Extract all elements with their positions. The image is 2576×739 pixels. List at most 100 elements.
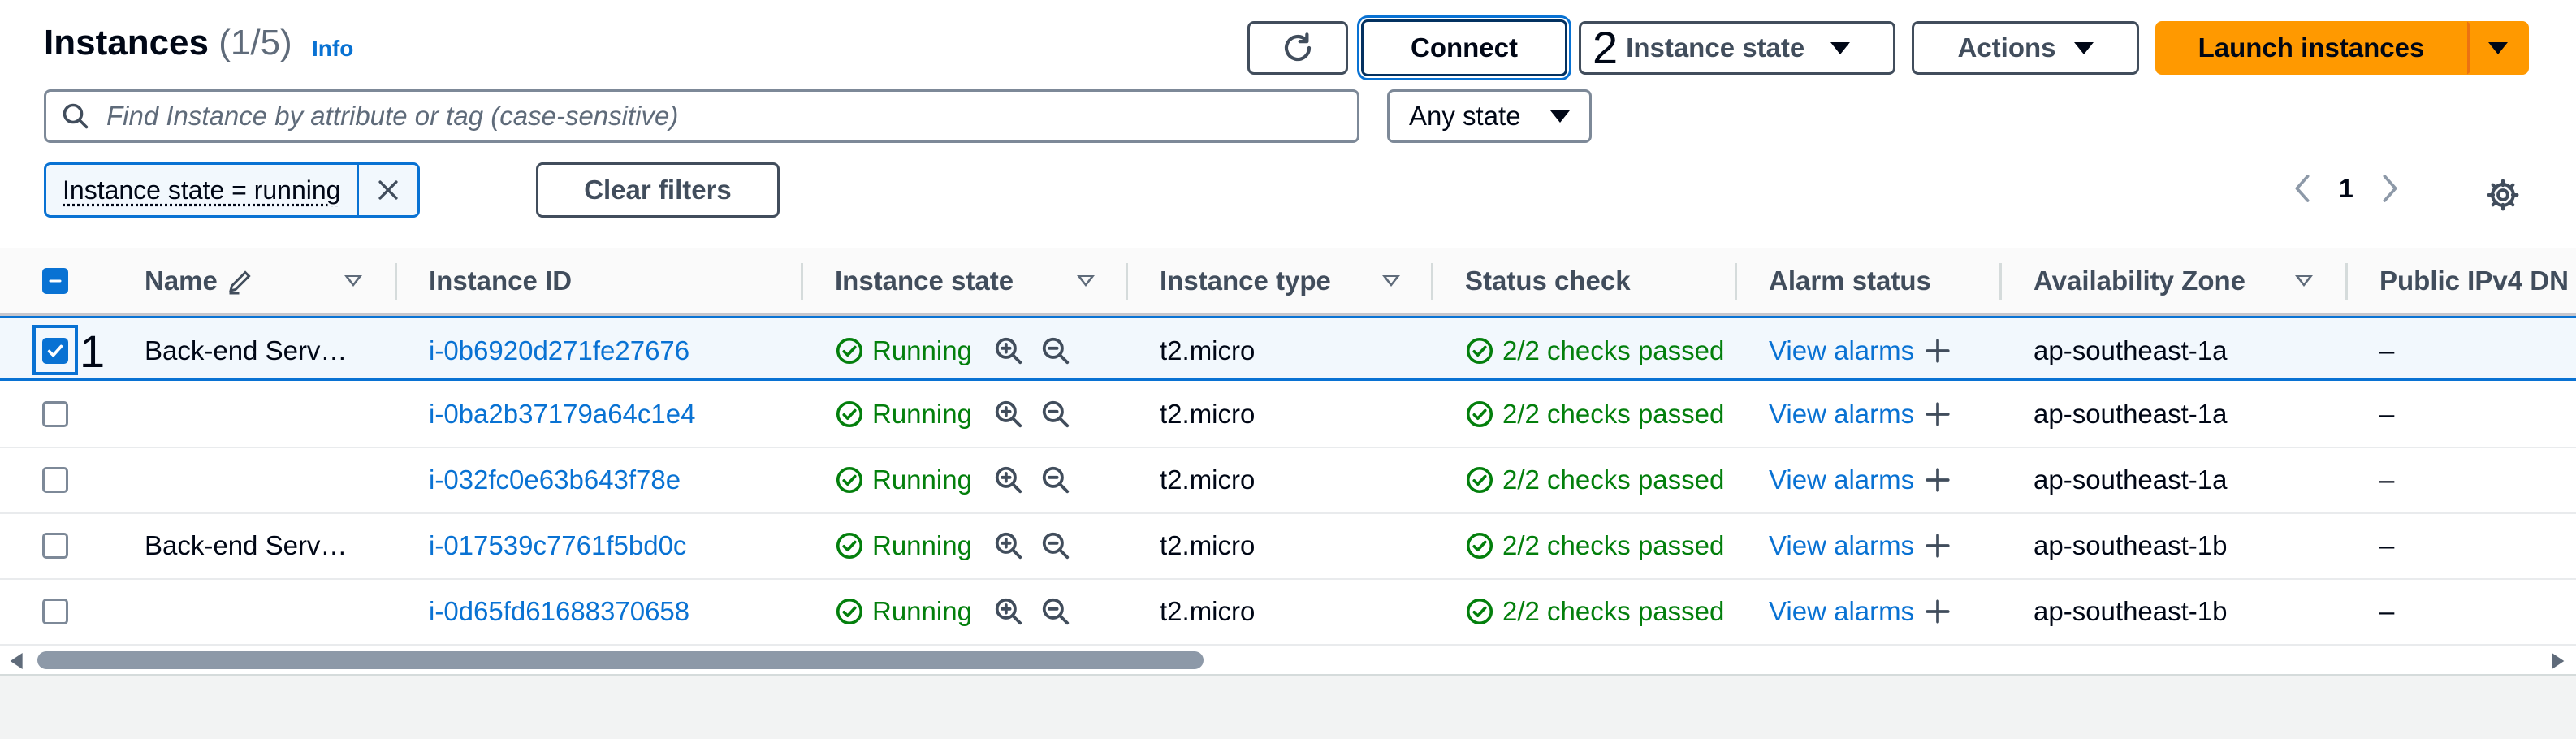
view-alarms-link[interactable]: View alarms (1769, 530, 1914, 561)
instance-state-button[interactable]: 2 Instance state (1579, 21, 1895, 75)
status-check-cell: 2/2 checks passed (1465, 447, 1724, 512)
select-all-checkbox[interactable] (42, 268, 68, 294)
gear-icon (2485, 177, 2521, 213)
instance-state-cell: Running (835, 579, 1071, 644)
row-checkbox[interactable] (42, 599, 68, 624)
check-circle-icon (1465, 597, 1494, 626)
zoom-in-icon[interactable] (993, 530, 1024, 561)
row-select-cell (42, 579, 80, 644)
row-checkbox[interactable] (42, 467, 68, 493)
remove-filter-button[interactable] (359, 165, 417, 215)
instance-id-link[interactable]: i-0b6920d271fe27676 (429, 318, 689, 383)
column-header-instance-type[interactable]: Instance type (1160, 248, 1331, 313)
zoom-in-icon[interactable] (993, 399, 1024, 430)
filter-token[interactable]: Instance state = running (44, 162, 420, 218)
instance-state-cell: Running (835, 447, 1071, 512)
sort-icon[interactable] (2295, 248, 2313, 313)
instance-state-label: Instance state (1626, 32, 1804, 63)
sort-icon[interactable] (1382, 248, 1400, 313)
zoom-out-icon[interactable] (1040, 335, 1071, 366)
filter-token-label[interactable]: Instance state = running (46, 165, 359, 215)
plus-icon[interactable] (1924, 532, 1951, 560)
step-marker-1: 1 (80, 325, 105, 378)
row-select-cell (42, 382, 80, 447)
zoom-out-icon[interactable] (1040, 399, 1071, 430)
column-label: Status check (1465, 266, 1631, 296)
refresh-button[interactable] (1247, 21, 1348, 75)
view-alarms-link[interactable]: View alarms (1769, 399, 1914, 430)
row-checkbox[interactable] (42, 401, 68, 427)
zoom-out-icon[interactable] (1040, 465, 1071, 495)
table-row[interactable]: i-0d65fd61688370658 Running t2.micro 2/2… (0, 579, 2576, 646)
table-row[interactable]: 1 Back-end Serv… i-0b6920d271fe27676 Run… (0, 316, 2576, 381)
step-marker-2: 2 (1593, 25, 1618, 71)
instance-state-text: Running (872, 399, 972, 430)
zoom-in-icon[interactable] (993, 596, 1024, 627)
zoom-in-icon[interactable] (993, 335, 1024, 366)
instance-id-link[interactable]: i-0d65fd61688370658 (429, 579, 689, 644)
zoom-out-icon[interactable] (1040, 596, 1071, 627)
instance-id-link[interactable]: i-032fc0e63b643f78e (429, 447, 681, 512)
column-header-instance-state[interactable]: Instance state (835, 248, 1014, 313)
instance-type: t2.micro (1160, 579, 1255, 644)
column-header-alarm-status[interactable]: Alarm status (1769, 248, 1931, 313)
column-label: Name (145, 266, 218, 296)
instance-type: t2.micro (1160, 382, 1255, 447)
column-header-availability-zone[interactable]: Availability Zone (2034, 248, 2245, 313)
row-checkbox[interactable] (42, 533, 68, 559)
view-alarms-link[interactable]: View alarms (1769, 596, 1914, 627)
table-row[interactable]: i-032fc0e63b643f78e Running t2.micro 2/2… (0, 447, 2576, 514)
plus-icon[interactable] (1924, 400, 1951, 428)
check-circle-icon (1465, 400, 1494, 429)
plus-icon[interactable] (1924, 466, 1951, 494)
view-alarms-link[interactable]: View alarms (1769, 335, 1914, 366)
connect-button[interactable]: Connect (1361, 19, 1567, 76)
instance-state-text: Running (872, 530, 972, 561)
chevron-right-icon[interactable] (2378, 172, 2402, 205)
zoom-in-icon[interactable] (993, 465, 1024, 495)
column-label: Availability Zone (2034, 266, 2245, 296)
state-filter-select[interactable]: Any state (1387, 89, 1592, 143)
plus-icon[interactable] (1924, 337, 1951, 365)
sort-icon[interactable] (344, 248, 362, 313)
scroll-left-icon[interactable] (10, 653, 24, 669)
zoom-out-icon[interactable] (1040, 530, 1071, 561)
check-circle-icon (835, 400, 864, 429)
instance-state-cell: Running (835, 318, 1071, 383)
instance-state-cell: Running (835, 513, 1071, 578)
edit-icon (226, 266, 255, 296)
clear-filters-button[interactable]: Clear filters (536, 162, 780, 218)
scrollbar-thumb[interactable] (37, 651, 1204, 669)
launch-instances-button[interactable]: Launch instances (2155, 21, 2467, 75)
caret-down-icon (2074, 42, 2094, 54)
chevron-left-icon[interactable] (2290, 172, 2315, 205)
actions-button[interactable]: Actions (1912, 21, 2139, 75)
launch-dropdown-button[interactable] (2467, 21, 2529, 75)
instance-state-text: Running (872, 596, 972, 627)
check-circle-icon (1465, 531, 1494, 560)
column-header-public-ipv4[interactable]: Public IPv4 DN (2379, 248, 2569, 313)
column-header-status-check[interactable]: Status check (1465, 248, 1631, 313)
search-input[interactable] (105, 100, 1286, 132)
column-header-name[interactable]: Name (145, 248, 255, 313)
table-row[interactable]: Back-end Serv… i-017539c7761f5bd0c Runni… (0, 513, 2576, 580)
instance-id-link[interactable]: i-0ba2b37179a64c1e4 (429, 382, 695, 447)
plus-icon[interactable] (1924, 598, 1951, 625)
public-ipv4: – (2379, 513, 2394, 578)
column-header-instance-id[interactable]: Instance ID (429, 248, 572, 313)
scroll-right-icon[interactable] (2550, 653, 2565, 669)
table-row[interactable]: i-0ba2b37179a64c1e4 Running t2.micro 2/2… (0, 382, 2576, 448)
preferences-button[interactable] (2485, 177, 2521, 217)
pagination: 1 (2290, 172, 2402, 205)
view-alarms-link[interactable]: View alarms (1769, 465, 1914, 495)
search-bar[interactable] (44, 89, 1359, 143)
availability-zone: ap-southeast-1a (2034, 447, 2228, 512)
info-link[interactable]: Info (312, 36, 353, 62)
caret-down-icon (2488, 42, 2508, 54)
page-number[interactable]: 1 (2339, 174, 2353, 204)
availability-zone: ap-southeast-1b (2034, 579, 2228, 644)
public-ipv4: – (2379, 318, 2394, 383)
sort-icon[interactable] (1077, 248, 1095, 313)
instance-id-link[interactable]: i-017539c7761f5bd0c (429, 513, 686, 578)
horizontal-scrollbar[interactable] (0, 646, 2576, 674)
